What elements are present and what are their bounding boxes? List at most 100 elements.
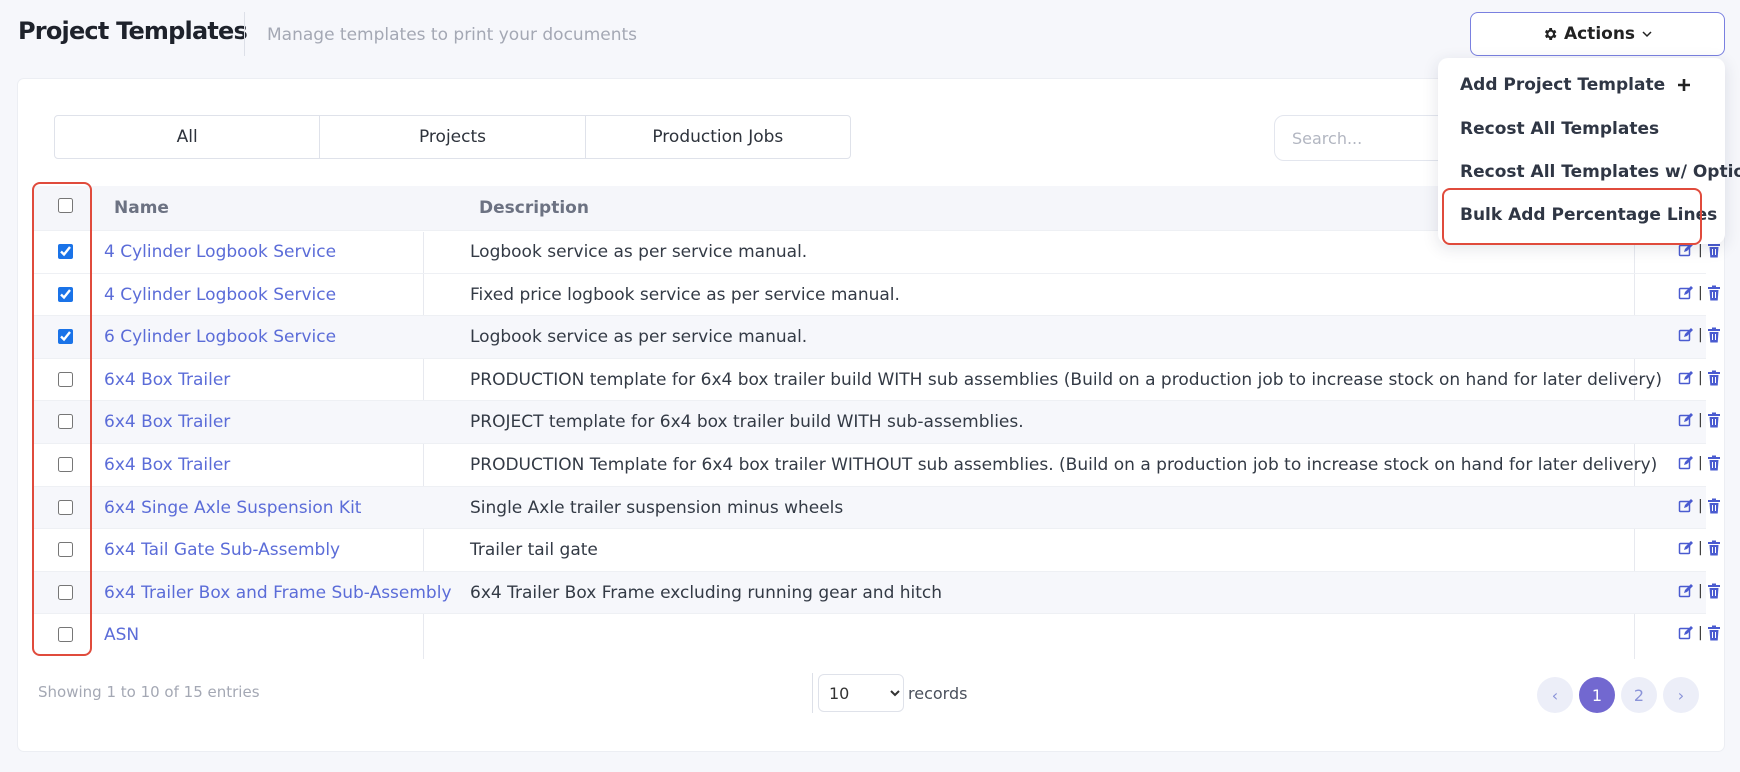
prev-page-button[interactable]: ‹ <box>1537 677 1573 713</box>
table-row: ASN | <box>34 613 1720 656</box>
table-row: 6x4 Tail Gate Sub-Assembly Trailer tail … <box>34 528 1720 571</box>
trash-icon[interactable] <box>1707 455 1721 471</box>
row-actions: | <box>1678 625 1721 641</box>
column-header-description[interactable]: Description <box>479 198 589 218</box>
footer-divider <box>812 673 813 713</box>
edit-icon[interactable] <box>1678 455 1694 471</box>
entries-info: Showing 1 to 10 of 15 entries <box>38 683 260 701</box>
menu-item-add-project-template[interactable]: Add Project Template <box>1460 75 1691 95</box>
template-description: 6x4 Trailer Box Frame excluding running … <box>470 582 943 603</box>
template-name-link[interactable]: 4 Cylinder Logbook Service <box>104 285 336 305</box>
table-row: 6 Cylinder Logbook Service Logbook servi… <box>34 315 1720 358</box>
row-actions: | <box>1678 455 1721 471</box>
trash-icon[interactable] <box>1707 242 1721 258</box>
edit-icon[interactable] <box>1678 625 1694 641</box>
menu-item-recost-all-templates-options[interactable]: Recost All Templates w/ Options <box>1460 162 1740 182</box>
template-description: Logbook service as per service manual. <box>470 327 808 348</box>
action-separator: | <box>1698 540 1703 557</box>
template-description: Logbook service as per service manual. <box>470 242 808 262</box>
table-row: 4 Cylinder Logbook Service Fixed price l… <box>34 272 1720 316</box>
edit-icon[interactable] <box>1678 370 1694 386</box>
menu-item-label: Add Project Template <box>1460 75 1666 95</box>
tab-production-jobs[interactable]: Production Jobs <box>586 116 850 158</box>
template-description: PROJECT template for 6x4 box trailer bui… <box>470 412 1024 433</box>
pagination: ‹ 1 2 › <box>1537 677 1699 713</box>
template-name-link[interactable]: 6x4 Tail Gate Sub-Assembly <box>104 540 340 560</box>
records-label: records <box>908 684 968 703</box>
row-checkbox[interactable] <box>58 499 73 515</box>
trash-icon[interactable] <box>1707 625 1721 641</box>
row-checkbox[interactable] <box>58 329 73 345</box>
row-checkbox[interactable] <box>58 627 73 643</box>
filter-tabs: All Projects Production Jobs <box>54 115 851 159</box>
action-separator: | <box>1698 369 1703 386</box>
select-all-checkbox[interactable] <box>58 198 73 213</box>
template-name-link[interactable]: 4 Cylinder Logbook Service <box>104 242 336 262</box>
action-separator: | <box>1698 497 1703 514</box>
row-actions: | <box>1678 498 1721 514</box>
template-name-link[interactable]: ASN <box>104 625 139 645</box>
template-description: PRODUCTION template for 6x4 box trailer … <box>470 369 1663 390</box>
action-separator: | <box>1698 412 1703 429</box>
actions-dropdown-menu: Add Project Template Recost All Template… <box>1438 58 1740 244</box>
template-name-link[interactable]: 6x4 Trailer Box and Frame Sub-Assembly <box>104 583 452 603</box>
template-name-link[interactable]: 6 Cylinder Logbook Service <box>104 327 336 347</box>
action-separator: | <box>1698 582 1703 599</box>
trash-icon[interactable] <box>1707 540 1721 556</box>
search-input[interactable] <box>1274 115 1454 161</box>
template-description: PRODUCTION Template for 6x4 box trailer … <box>470 454 1658 475</box>
template-name-link[interactable]: 6x4 Box Trailer <box>104 370 230 390</box>
menu-item-recost-all-templates[interactable]: Recost All Templates <box>1460 119 1659 139</box>
trash-icon[interactable] <box>1707 370 1721 386</box>
edit-icon[interactable] <box>1678 498 1694 514</box>
page-button-2[interactable]: 2 <box>1621 677 1657 713</box>
trash-icon[interactable] <box>1707 412 1721 428</box>
row-checkbox[interactable] <box>58 286 73 302</box>
template-name-link[interactable]: 6x4 Box Trailer <box>104 455 230 475</box>
plus-icon <box>1678 79 1691 91</box>
row-actions: | <box>1678 242 1721 258</box>
row-checkbox[interactable] <box>58 371 73 387</box>
row-checkbox[interactable] <box>58 584 73 600</box>
title-divider <box>244 12 245 56</box>
edit-icon[interactable] <box>1678 412 1694 428</box>
records-per-page-select[interactable]: 10 <box>818 674 904 712</box>
template-description: Single Axle trailer suspension minus whe… <box>470 497 844 518</box>
trash-icon[interactable] <box>1707 498 1721 514</box>
edit-icon[interactable] <box>1678 285 1694 301</box>
trash-icon[interactable] <box>1707 327 1721 343</box>
table-row: 6x4 Singe Axle Suspension Kit Single Axl… <box>34 485 1720 529</box>
gear-icon <box>1544 28 1557 40</box>
trash-icon[interactable] <box>1707 583 1721 599</box>
row-checkbox[interactable] <box>58 542 73 558</box>
edit-icon[interactable] <box>1678 242 1694 258</box>
edit-icon[interactable] <box>1678 327 1694 343</box>
template-name-link[interactable]: 6x4 Box Trailer <box>104 412 230 432</box>
template-name-link[interactable]: 6x4 Singe Axle Suspension Kit <box>104 498 361 518</box>
trash-icon[interactable] <box>1707 285 1721 301</box>
action-separator: | <box>1698 454 1703 471</box>
template-description: Trailer tail gate <box>470 540 598 561</box>
edit-icon[interactable] <box>1678 583 1694 599</box>
row-checkbox[interactable] <box>58 244 73 259</box>
row-actions: | <box>1678 370 1721 386</box>
next-page-button[interactable]: › <box>1663 677 1699 713</box>
page-button-1[interactable]: 1 <box>1579 677 1615 713</box>
chevron-down-icon <box>1642 31 1652 38</box>
row-actions: | <box>1678 583 1721 599</box>
column-header-name[interactable]: Name <box>114 198 169 218</box>
tab-projects[interactable]: Projects <box>320 116 586 158</box>
row-checkbox[interactable] <box>58 414 73 430</box>
edit-icon[interactable] <box>1678 540 1694 556</box>
action-separator: | <box>1698 625 1703 642</box>
page-title: Project Templates <box>18 17 248 45</box>
page-subtitle: Manage templates to print your documents <box>267 25 638 45</box>
row-checkbox[interactable] <box>58 456 73 472</box>
actions-label: Actions <box>1563 24 1636 44</box>
row-actions: | <box>1678 327 1721 343</box>
table-body: 4 Cylinder Logbook Service Logbook servi… <box>34 230 1720 656</box>
tab-all[interactable]: All <box>55 116 321 158</box>
menu-item-bulk-add-percentage-lines[interactable]: Bulk Add Percentage Lines <box>1460 205 1717 225</box>
table-row: 6x4 Trailer Box and Frame Sub-Assembly 6… <box>34 570 1720 614</box>
actions-button[interactable]: Actions <box>1470 12 1725 56</box>
